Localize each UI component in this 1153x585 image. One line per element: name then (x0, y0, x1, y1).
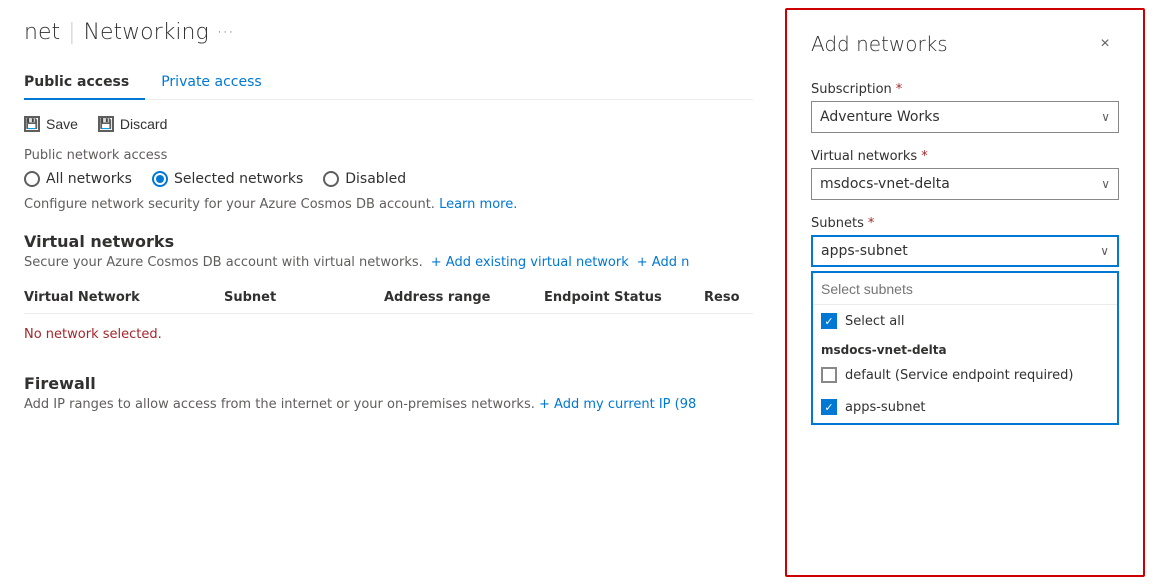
subnet-group-label: msdocs-vnet-delta (813, 337, 1117, 359)
subnet-item-apps[interactable]: ✓ apps-subnet (813, 391, 1117, 423)
virtual-networks-desc: Secure your Azure Cosmos DB account with… (24, 255, 753, 270)
subscription-dropdown-arrow: ∨ (1101, 110, 1110, 124)
page-title-ellipsis[interactable]: ··· (217, 22, 234, 43)
panel-title: Add networks (811, 32, 948, 56)
subnet-selection-container: ✓ Select all msdocs-vnet-delta default (… (811, 271, 1119, 425)
virtual-networks-field-group: Virtual networks * msdocs-vnet-delta ∨ (811, 149, 1119, 200)
subnet-checkbox-default[interactable] (821, 367, 837, 383)
page-title-main: Networking (84, 20, 209, 45)
col-subnet: Subnet (224, 290, 384, 305)
panel-header: Add networks × (811, 30, 1119, 58)
firewall-desc: Add IP ranges to allow access from the i… (24, 397, 753, 412)
col-address-range: Address range (384, 290, 544, 305)
subscription-dropdown[interactable]: Adventure Works ∨ (811, 101, 1119, 133)
radio-circle-selected (152, 171, 168, 187)
toolbar: 💾 Save 💾 Discard (24, 116, 753, 132)
subscription-required: * (896, 82, 903, 97)
subnet-search-input[interactable] (813, 273, 1117, 305)
subnets-dropdown[interactable]: apps-subnet ∨ (811, 235, 1119, 267)
subnet-checkbox-apps[interactable]: ✓ (821, 399, 837, 415)
subnets-field-group: Subnets * apps-subnet ∨ ✓ Select all msd… (811, 216, 1119, 425)
access-section-label: Public network access (24, 148, 753, 163)
access-radio-group: All networks Selected networks Disabled (24, 171, 753, 187)
title-pipe: | (68, 20, 75, 45)
add-networks-panel: Add networks × Subscription * Adventure … (785, 8, 1145, 577)
subnets-dropdown-arrow: ∨ (1100, 244, 1109, 258)
radio-all-networks[interactable]: All networks (24, 171, 132, 187)
table-header: Virtual Network Subnet Address range End… (24, 282, 753, 314)
col-endpoint-status: Endpoint Status (544, 290, 704, 305)
page-title-prefix: net (24, 20, 60, 45)
firewall-section: Firewall Add IP ranges to allow access f… (24, 374, 753, 412)
discard-icon: 💾 (98, 116, 114, 132)
radio-selected-networks[interactable]: Selected networks (152, 171, 303, 187)
vnet-dropdown-arrow: ∨ (1101, 177, 1110, 191)
virtual-networks-label: Virtual networks * (811, 149, 1119, 164)
add-current-ip-link[interactable]: + Add my current IP (98 (539, 397, 696, 412)
select-all-checkmark: ✓ (824, 315, 833, 328)
virtual-networks-dropdown[interactable]: msdocs-vnet-delta ∨ (811, 168, 1119, 200)
save-icon: 💾 (24, 116, 40, 132)
subscription-label: Subscription * (811, 82, 1119, 97)
radio-disabled[interactable]: Disabled (323, 171, 406, 187)
left-panel: net | Networking ··· Public access Priva… (0, 0, 777, 585)
col-reso: Reso (704, 290, 753, 305)
firewall-title: Firewall (24, 374, 753, 393)
col-virtual-network: Virtual Network (24, 290, 224, 305)
save-button[interactable]: 💾 Save (24, 116, 78, 132)
add-existing-vnet-link[interactable]: + Add existing virtual network (431, 255, 629, 270)
radio-circle-all (24, 171, 40, 187)
learn-more-link[interactable]: Learn more. (439, 197, 517, 212)
discard-button[interactable]: 💾 Discard (98, 116, 167, 132)
select-all-item[interactable]: ✓ Select all (813, 305, 1117, 337)
subnets-label: Subnets * (811, 216, 1119, 231)
add-new-vnet-link[interactable]: + Add n (637, 255, 690, 270)
tab-bar: Public access Private access (24, 65, 753, 100)
select-all-checkbox[interactable]: ✓ (821, 313, 837, 329)
tab-public-access[interactable]: Public access (24, 66, 145, 100)
tab-private-access[interactable]: Private access (161, 66, 277, 100)
info-text: Configure network security for your Azur… (24, 197, 753, 212)
virtual-networks-title: Virtual networks (24, 232, 753, 251)
table-body: No network selected. (24, 314, 753, 354)
no-data-message: No network selected. (24, 327, 162, 342)
subnets-required: * (868, 216, 875, 231)
page-title-bar: net | Networking ··· (24, 20, 753, 45)
subscription-field-group: Subscription * Adventure Works ∨ (811, 82, 1119, 133)
subnet-apps-checkmark: ✓ (824, 401, 833, 414)
close-panel-button[interactable]: × (1091, 30, 1119, 58)
radio-circle-disabled (323, 171, 339, 187)
vnet-required: * (921, 149, 928, 164)
subnet-item-default[interactable]: default (Service endpoint required) (813, 359, 1117, 391)
